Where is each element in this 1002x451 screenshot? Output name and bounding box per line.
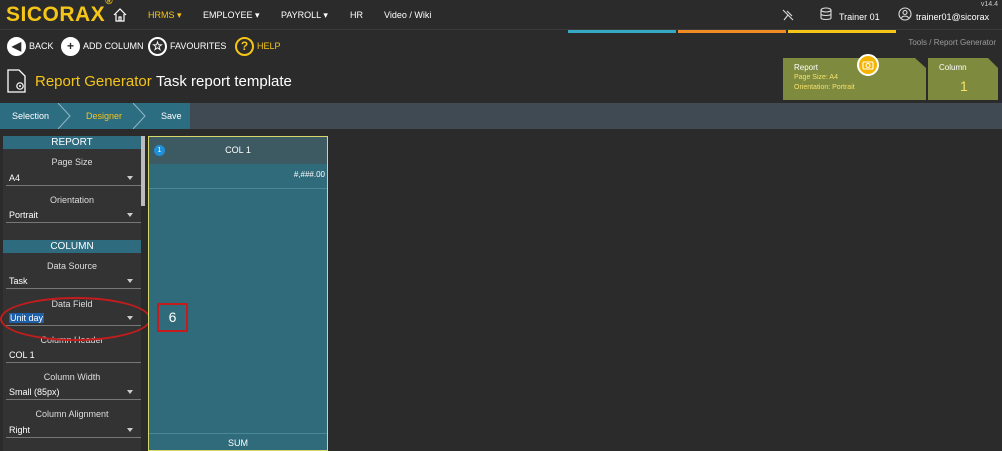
page-subtitle: Task report template [156, 73, 292, 90]
step-selection[interactable]: Selection [12, 103, 49, 129]
column-info-card[interactable]: Column 1 [928, 58, 998, 100]
page-title: Report Generator [35, 73, 152, 90]
plus-icon: + [61, 36, 80, 56]
app-logo[interactable]: SICORAX® [6, 0, 113, 27]
panel-scrollbar[interactable] [141, 136, 145, 206]
chevron-down-icon [127, 213, 133, 217]
account-name[interactable]: trainer01@sicorax [916, 12, 989, 22]
home-icon[interactable] [112, 7, 128, 23]
report-card-orientation: Orientation: Portrait [794, 84, 855, 91]
breadcrumb-separator: / [929, 38, 932, 47]
page-size-value: A4 [9, 173, 21, 183]
data-source-value: Task [9, 276, 28, 286]
help-icon: ? [235, 36, 254, 56]
column-header-cell[interactable]: 1 COL 1 [149, 137, 327, 164]
report-document-icon [7, 69, 26, 93]
column-card-count: 1 [960, 78, 968, 94]
chevron-down-icon [127, 279, 133, 283]
report-card-title: Report [794, 63, 819, 72]
user-icon [898, 7, 912, 21]
column-index-badge: 1 [154, 145, 165, 156]
orientation-value: Portrait [9, 210, 39, 220]
column-alignment-label: Column Alignment [35, 409, 109, 419]
data-source-label: Data Source [46, 261, 98, 271]
help-button[interactable]: ? HELP [235, 36, 281, 56]
chevron-down-icon [127, 428, 133, 432]
column-format: #,###.00 [293, 170, 325, 179]
column-width-value: Small (85px) [9, 387, 60, 397]
orientation-label: Orientation [49, 195, 95, 205]
data-source-select[interactable]: Task [6, 273, 141, 289]
highlight-ellipse [0, 297, 151, 341]
column-footer: SUM [149, 433, 327, 451]
add-column-label: ADD COLUMN [83, 41, 144, 51]
orientation-select[interactable]: Portrait [6, 207, 141, 223]
nav-payroll[interactable]: PAYROLL ▾ [281, 10, 328, 21]
properties-panel: REPORT Page Size A4 Orientation Portrait… [3, 136, 141, 451]
report-section-header: REPORT [3, 136, 141, 149]
nav-hr[interactable]: HR [350, 10, 363, 20]
wizard-steps: Selection Designer Save [0, 103, 1002, 129]
report-info-card[interactable]: Report Page Size: A4 Orientation: Portra… [783, 58, 926, 100]
nav-employee[interactable]: EMPLOYEE ▾ [203, 10, 260, 21]
column-alignment-value: Right [9, 425, 31, 435]
column-header-value: COL 1 [9, 350, 35, 360]
breadcrumb-tools[interactable]: Tools [908, 38, 927, 47]
column-width-select[interactable]: Small (85px) [6, 384, 141, 400]
version-label: v14.4 [980, 1, 998, 8]
column-card-title: Column [939, 63, 967, 72]
db-user[interactable]: Trainer 01 [839, 12, 880, 22]
nav-hrms[interactable]: HRMS ▾ [148, 10, 182, 21]
chevron-down-icon [127, 176, 133, 180]
favourites-button[interactable]: ☆ FAVOURITES [148, 36, 226, 56]
favourites-label: FAVOURITES [170, 41, 227, 51]
help-label: HELP [257, 41, 281, 51]
back-arrow-icon: ◀ [7, 36, 26, 56]
add-column-button[interactable]: + ADD COLUMN [61, 36, 144, 56]
camera-icon[interactable] [857, 54, 879, 76]
database-icon [820, 7, 832, 21]
pin-off-icon[interactable] [781, 8, 795, 22]
step-number-marker: 6 [157, 303, 188, 332]
report-card-page-size: Page Size: A4 [794, 74, 838, 81]
star-icon: ☆ [148, 36, 167, 56]
step-designer[interactable]: Designer [86, 103, 122, 129]
column-section-header: COLUMN [3, 240, 141, 253]
page-size-label: Page Size [51, 157, 93, 167]
column-width-label: Column Width [43, 372, 101, 382]
chevron-down-icon [127, 390, 133, 394]
back-label: BACK [29, 41, 54, 51]
breadcrumb-current: Report Generator [933, 38, 996, 47]
nav-video-wiki[interactable]: Video / Wiki [384, 10, 431, 20]
toolbar: ◀ BACK + ADD COLUMN ☆ FAVOURITES ? HELP [0, 33, 1002, 59]
breadcrumb: Tools / Report Generator [908, 38, 996, 47]
top-bar: SICORAX® HRMS ▾ EMPLOYEE ▾ PAYROLL ▾ HR … [0, 0, 1002, 30]
column-header-input[interactable]: COL 1 [6, 347, 141, 363]
column-divider [149, 188, 327, 189]
column-title: COL 1 [225, 145, 251, 155]
report-column[interactable]: 1 COL 1 #,###.00 SUM [148, 136, 328, 451]
page-size-select[interactable]: A4 [6, 170, 141, 186]
back-button[interactable]: ◀ BACK [7, 36, 54, 56]
step-save[interactable]: Save [161, 103, 182, 129]
column-alignment-select[interactable]: Right [6, 422, 141, 438]
